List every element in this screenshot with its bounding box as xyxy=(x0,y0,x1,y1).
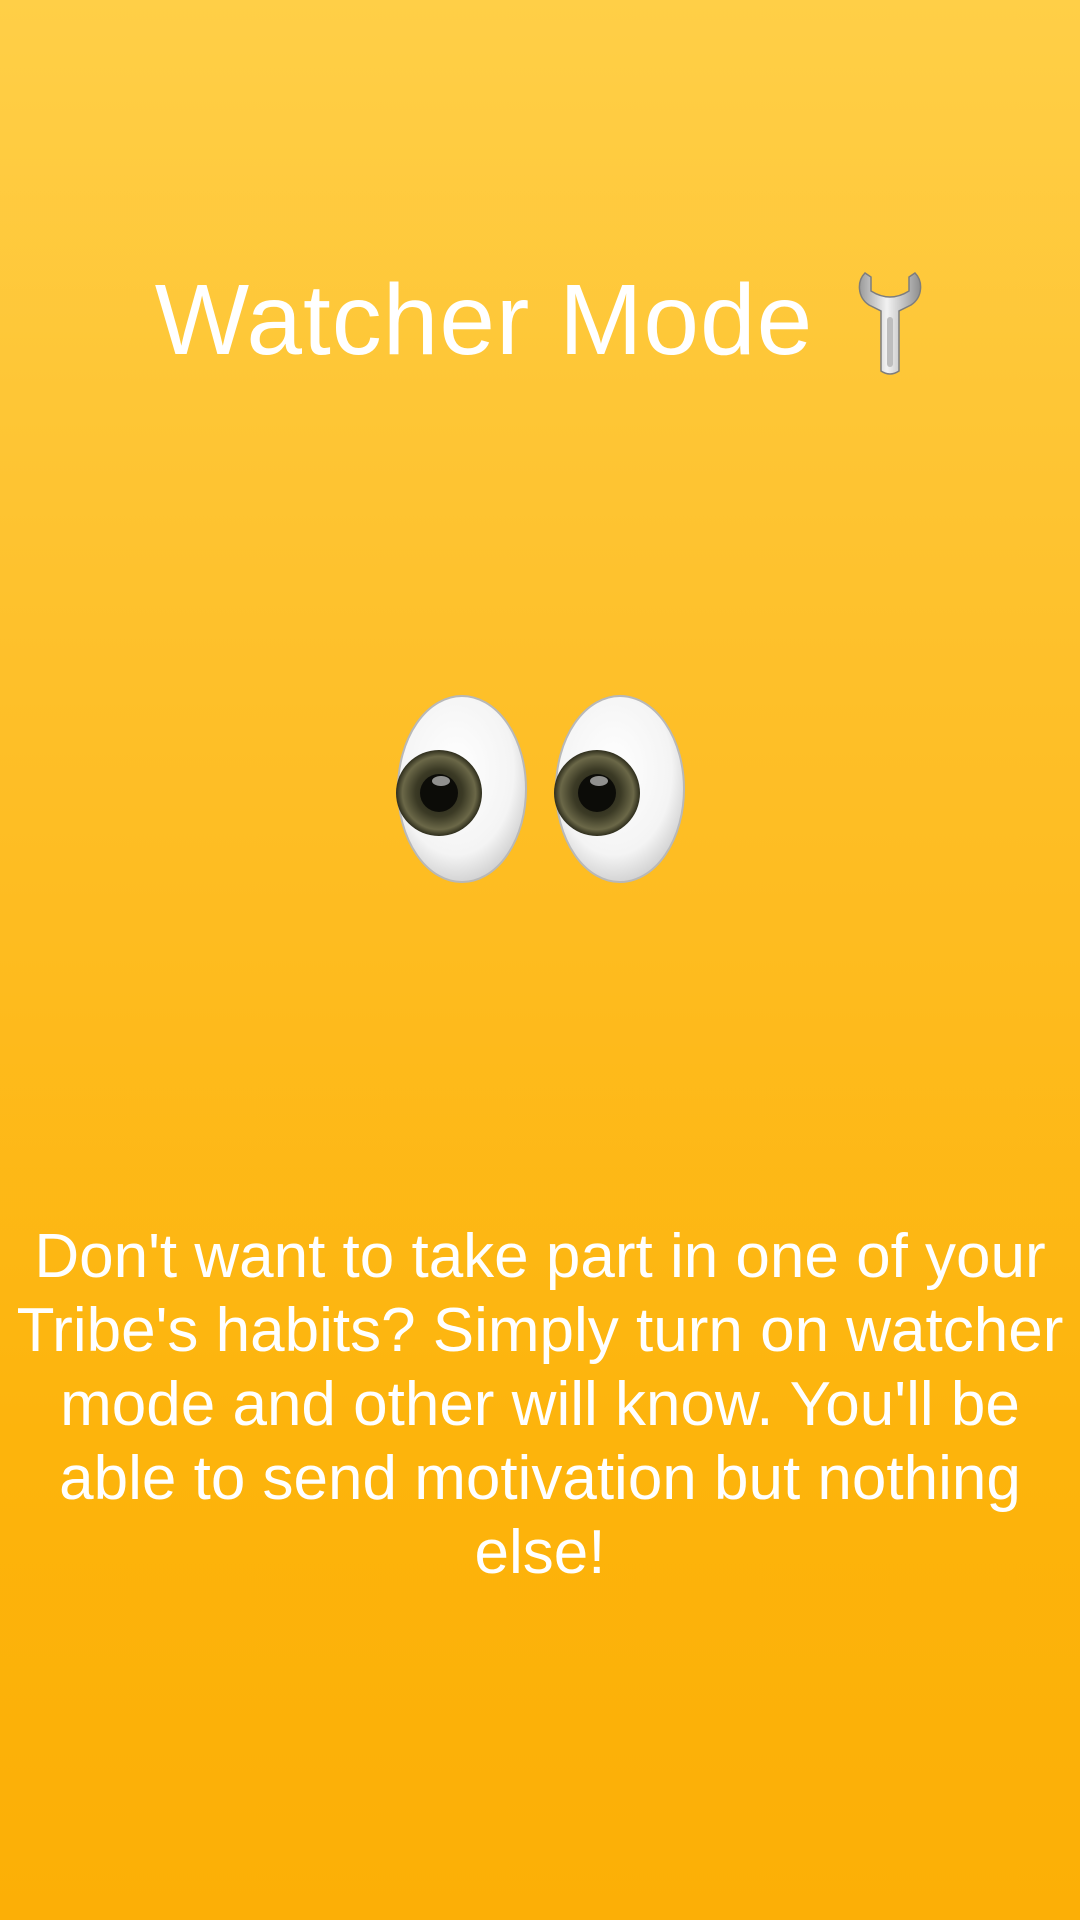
wrench-icon xyxy=(859,272,922,375)
page-title: Watcher Mode xyxy=(154,264,814,376)
watcher-mode-description: Don't want to take part in one of your T… xyxy=(16,1222,1064,1587)
title-row: Watcher Mode xyxy=(0,255,1080,385)
right-eye xyxy=(554,695,685,883)
eyes-emoji xyxy=(396,695,685,883)
left-eye xyxy=(396,695,527,883)
watcher-mode-screen: Watcher Mode Don't want to take part in … xyxy=(0,0,1080,1920)
